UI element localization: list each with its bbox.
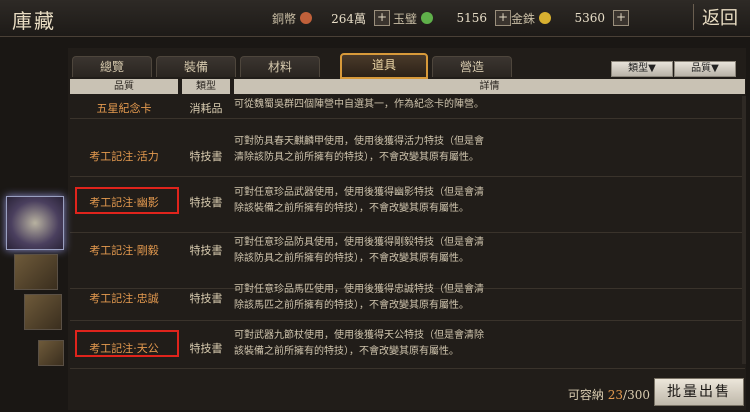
item-desc: 可從魏蜀吳群四個陣營中自選其一，作為紀念卡的陣營。: [234, 99, 484, 110]
item-name: 五星紀念卡: [96, 102, 152, 115]
currency-label: 金銖: [511, 11, 536, 26]
item-thumbnail[interactable]: [14, 254, 58, 290]
item-type: 特技書: [189, 196, 223, 209]
table-row[interactable]: 考工記注·忠誠 特技書 可對任意珍品馬匹使用，使用後獲得忠誠特技（但是會清 除該馬…: [70, 272, 745, 321]
item-type: 特技書: [189, 150, 223, 163]
item-type: 消耗品: [189, 102, 223, 115]
item-name: 考工記注·忠誠: [89, 292, 159, 305]
item-name: 考工記注·活力: [89, 150, 159, 163]
copper-coin-icon: [300, 12, 313, 24]
gold-coin-icon: [539, 12, 552, 24]
tab-equipment[interactable]: 裝備: [156, 56, 236, 77]
tab-overview[interactable]: 總覽: [72, 56, 152, 77]
currency-value: 264萬: [331, 11, 367, 26]
item-desc: 可對任意珍品防具使用，使用後獲得剛毅特技（但是會清 除該防具之前所擁有的特技），不…: [234, 237, 484, 264]
add-gold-button[interactable]: +: [613, 10, 630, 26]
currency-jade: 玉璧 5156 +: [393, 8, 512, 28]
currency-gold: 金銖 5360 +: [511, 8, 630, 28]
item-desc: 可對武器九節杖使用，使用後獲得天公特技（但是會清除 該裝備之前所擁有的特技），不會…: [234, 330, 484, 357]
tab-items[interactable]: 道具: [340, 53, 428, 79]
capacity-indicator: 可容納 23/300: [567, 388, 650, 402]
tab-construction[interactable]: 營造: [432, 56, 512, 77]
type-filter-dropdown[interactable]: 類型▼: [611, 61, 673, 77]
list-scrollbar[interactable]: [742, 96, 746, 364]
item-desc: 可對防具春天麒麟甲使用，使用後獲得活力特技（但是會 清除該防具之前所擁有的特技），…: [234, 136, 484, 163]
highlight-box: [75, 187, 179, 214]
currency-copper: 銅幣 264萬 +: [272, 8, 391, 28]
column-header-quality[interactable]: 品質: [70, 79, 178, 94]
currency-label: 玉璧: [393, 11, 418, 26]
column-header-type[interactable]: 類型: [182, 79, 230, 94]
column-header-details: 詳情: [234, 79, 745, 94]
quality-filter-dropdown[interactable]: 品質▼: [674, 61, 736, 77]
table-row[interactable]: 考工記注·活力 特技書 可對防具春天麒麟甲使用，使用後獲得活力特技（但是會 清除該…: [70, 120, 745, 177]
item-thumbnail-selected[interactable]: [6, 196, 64, 250]
top-bar: 庫藏 銅幣 264萬 + 玉璧 5156 + 金銖 5360 + 返回: [0, 0, 750, 37]
item-desc: 可對任意珍品馬匹使用，使用後獲得忠誠特技（但是會清 除該馬匹之前所擁有的特技），不…: [234, 284, 484, 311]
currency-value: 5156: [456, 11, 488, 25]
item-type: 特技書: [189, 292, 223, 305]
tab-materials[interactable]: 材料: [240, 56, 320, 77]
item-thumbnail[interactable]: [24, 294, 62, 330]
item-thumbnail[interactable]: [38, 340, 64, 366]
batch-sell-button[interactable]: 批量出售: [654, 378, 744, 406]
table-row[interactable]: 五星紀念卡 消耗品 可從魏蜀吳群四個陣營中自選其一，作為紀念卡的陣營。: [70, 96, 745, 119]
add-jade-button[interactable]: +: [495, 10, 512, 26]
item-type: 特技書: [189, 244, 223, 257]
currency-label: 銅幣: [272, 11, 297, 26]
item-desc: 可對任意珍品武器使用，使用後獲得幽影特技（但是會清 除該裝備之前所擁有的特技），不…: [234, 187, 484, 214]
currency-value: 5360: [574, 11, 606, 25]
page-title: 庫藏: [12, 9, 56, 33]
item-type: 特技書: [189, 342, 223, 355]
item-name: 考工記注·剛毅: [89, 244, 159, 257]
jade-icon: [421, 12, 434, 24]
back-button[interactable]: 返回: [693, 4, 738, 30]
highlight-box: [75, 330, 179, 357]
add-copper-button[interactable]: +: [374, 10, 391, 26]
